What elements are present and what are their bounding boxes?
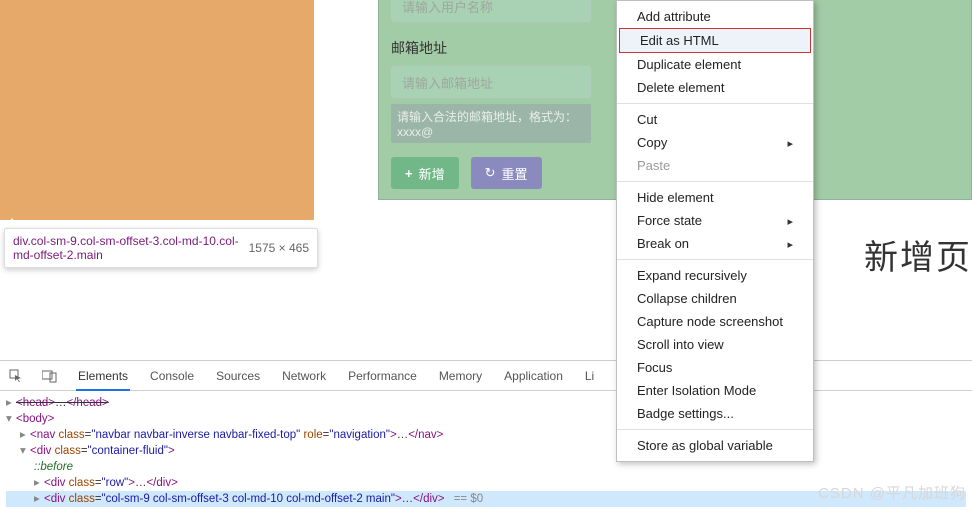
ctx-separator <box>617 181 813 182</box>
email-placeholder: 请输入邮箱地址 <box>402 73 493 92</box>
tab-console[interactable]: Console <box>148 369 196 383</box>
chevron-right-icon <box>787 135 793 150</box>
ctx-delete-element[interactable]: Delete element <box>617 76 813 99</box>
add-button-label: 新增 <box>419 164 445 183</box>
ctx-cut[interactable]: Cut <box>617 108 813 131</box>
ctx-separator <box>617 259 813 260</box>
dom-head-close[interactable]: ▸<head>…</head> <box>6 395 966 411</box>
watermark: CSDN @平凡加班狗 <box>818 482 966 503</box>
ctx-separator <box>617 103 813 104</box>
ctx-capture-screenshot[interactable]: Capture node screenshot <box>617 310 813 333</box>
ctx-separator <box>617 429 813 430</box>
tab-application[interactable]: Application <box>502 369 565 383</box>
tab-performance[interactable]: Performance <box>346 369 419 383</box>
ctx-duplicate-element[interactable]: Duplicate element <box>617 53 813 76</box>
ctx-isolation-mode[interactable]: Enter Isolation Mode <box>617 379 813 402</box>
ctx-scroll-into-view[interactable]: Scroll into view <box>617 333 813 356</box>
ctx-collapse-children[interactable]: Collapse children <box>617 287 813 310</box>
ctx-copy[interactable]: Copy <box>617 131 813 154</box>
tooltip-dimensions: 1575 × 465 <box>249 241 309 255</box>
element-tooltip: div.col-sm-9.col-sm-offset-3.col-md-10.c… <box>4 228 318 268</box>
dom-nav[interactable]: ▸<nav class="navbar navbar-inverse navba… <box>6 427 966 443</box>
ctx-store-global[interactable]: Store as global variable <box>617 434 813 457</box>
email-hint: 请输入合法的邮箱地址，格式为： xxxx@ <box>391 104 591 143</box>
email-input[interactable]: 请输入邮箱地址 <box>391 66 591 98</box>
dom-body-open[interactable]: ▾<body> <box>6 411 966 427</box>
chevron-right-icon <box>787 213 793 228</box>
username-input[interactable]: 请输入用户名称 <box>391 0 591 22</box>
device-toggle-icon[interactable] <box>42 368 58 384</box>
tab-sources[interactable]: Sources <box>214 369 262 383</box>
username-placeholder: 请输入用户名称 <box>402 0 493 16</box>
ctx-add-attribute[interactable]: Add attribute <box>617 5 813 28</box>
ctx-expand-recursively[interactable]: Expand recursively <box>617 264 813 287</box>
tab-network[interactable]: Network <box>280 369 328 383</box>
tooltip-arrow <box>6 218 18 226</box>
devtools-tabs: Elements Console Sources Network Perform… <box>0 361 972 391</box>
ctx-badge-settings[interactable]: Badge settings... <box>617 402 813 425</box>
reset-button-label: 重置 <box>502 164 528 183</box>
ctx-hide-element[interactable]: Hide element <box>617 186 813 209</box>
chevron-right-icon <box>787 236 793 251</box>
dom-container[interactable]: ▾<div class="container-fluid"> <box>6 443 966 459</box>
reset-button[interactable]: 重置 <box>471 157 542 189</box>
context-menu: Add attribute Edit as HTML Duplicate ele… <box>616 0 814 462</box>
ctx-edit-as-html[interactable]: Edit as HTML <box>619 28 811 53</box>
ctx-focus[interactable]: Focus <box>617 356 813 379</box>
inspect-icon[interactable] <box>8 368 24 384</box>
add-button[interactable]: 新增 <box>391 157 459 189</box>
page-content-area: div.col-sm-9.col-sm-offset-3.col-md-10.c… <box>0 0 972 360</box>
refresh-icon <box>485 165 496 181</box>
highlight-margin-overlay <box>0 0 314 220</box>
page-heading: 新增页 <box>864 230 972 279</box>
tab-memory[interactable]: Memory <box>437 369 484 383</box>
tooltip-selector: div.col-sm-9.col-sm-offset-3.col-md-10.c… <box>13 234 239 263</box>
tab-elements[interactable]: Elements <box>76 369 130 391</box>
ctx-force-state[interactable]: Force state <box>617 209 813 232</box>
dom-before[interactable]: ::before <box>6 459 966 475</box>
ctx-paste: Paste <box>617 154 813 177</box>
plus-icon <box>405 166 413 181</box>
ctx-break-on[interactable]: Break on <box>617 232 813 255</box>
tab-more[interactable]: Li <box>583 369 596 383</box>
